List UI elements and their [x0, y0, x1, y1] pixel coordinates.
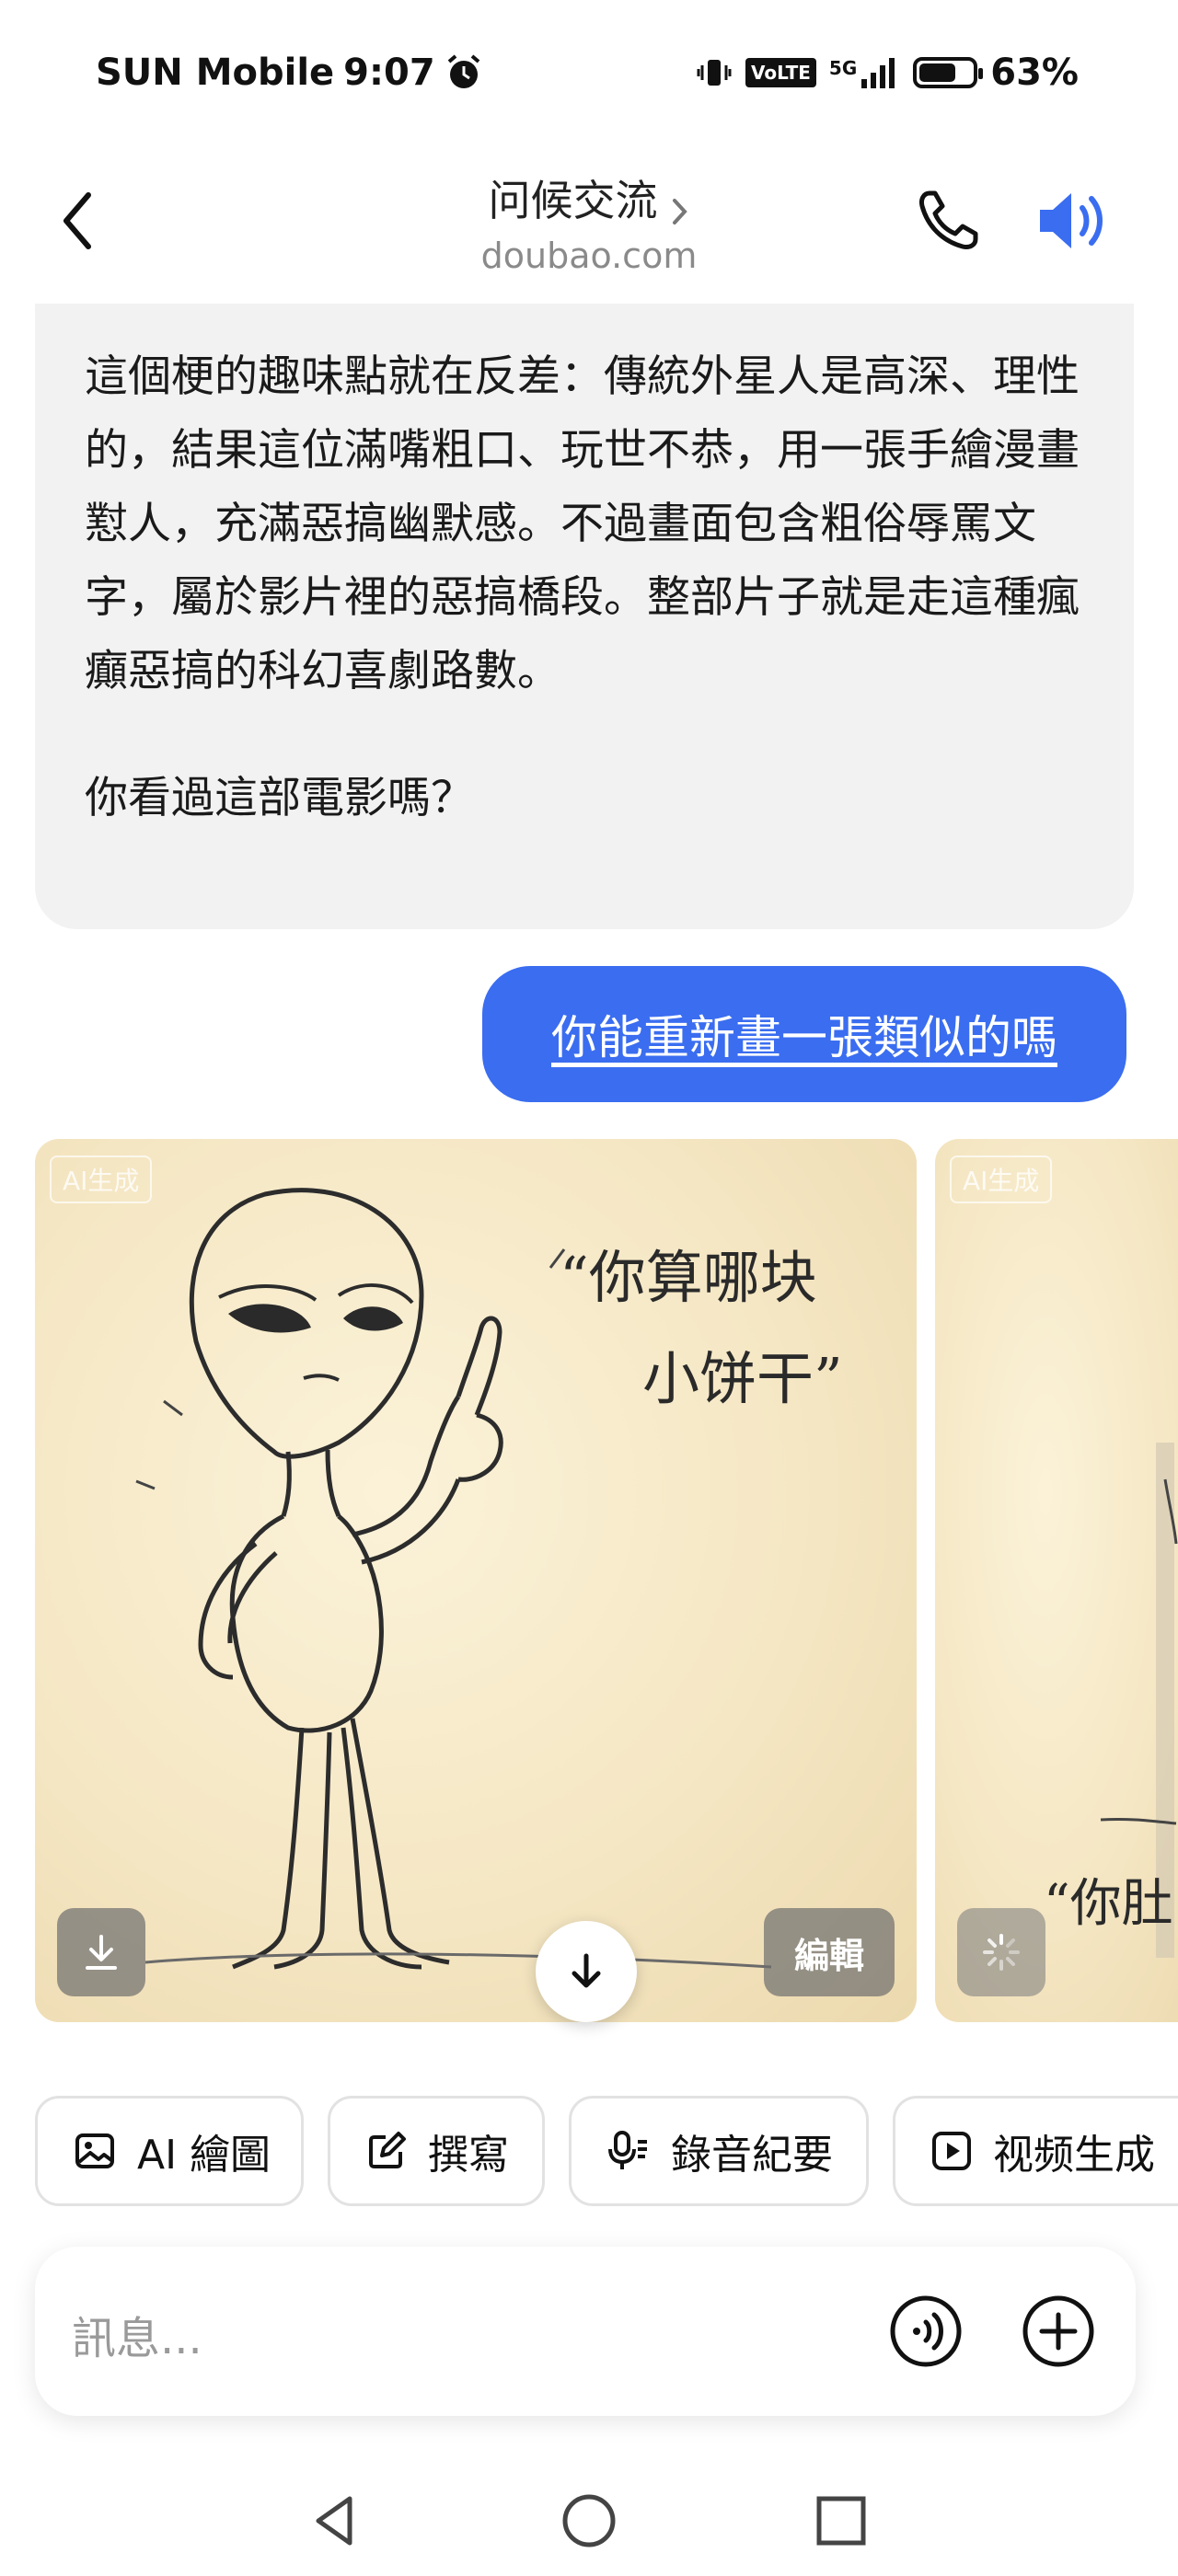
volte-badge: VoLTE: [745, 58, 816, 87]
signal-indicator: 5G: [829, 57, 900, 88]
network-gen-label: 5G: [828, 57, 858, 79]
nav-back-icon[interactable]: [306, 2491, 364, 2550]
scroll-to-bottom-button[interactable]: [536, 1921, 637, 2022]
clock: 9:07: [343, 52, 435, 94]
loading-spinner-icon: [983, 1934, 1020, 1971]
signal-icon: [861, 58, 895, 88]
chip-label: 錄音紀要: [671, 2132, 833, 2179]
arrow-down-icon: [572, 1953, 601, 1988]
battery-fill: [919, 63, 956, 82]
chip-label: 视频生成: [993, 2132, 1155, 2179]
edit-icon: [369, 2132, 406, 2168]
message-input-bar[interactable]: 訊息...: [35, 2247, 1136, 2416]
system-nav-bar: [0, 2466, 1178, 2576]
mic-icon: [608, 2131, 647, 2169]
user-message-text: 你能重新畫一張類似的嗎: [551, 1011, 1057, 1064]
ai-message-question: 你看過這部電影嗎？: [85, 773, 474, 823]
loading-button[interactable]: [957, 1908, 1045, 1996]
header-title-group[interactable]: 问候交流 doubao.com: [0, 167, 1178, 276]
nav-recents-icon[interactable]: [812, 2491, 871, 2550]
speaker-icon[interactable]: [1034, 186, 1112, 256]
status-bar: SUN Mobile 9:07 VoLTE 5G 63%: [0, 0, 1178, 156]
chip-compose[interactable]: 撰寫: [328, 2096, 545, 2206]
status-left: SUN Mobile 9:07: [96, 52, 483, 94]
alarm-icon: [447, 54, 479, 88]
status-right: VoLTE 5G 63%: [696, 52, 1079, 94]
user-message-bubble[interactable]: 你能重新畫一張類似的嗎: [482, 966, 1126, 1102]
quick-action-chips: AI 繪圖 撰寫 錄音紀要 视频生成: [35, 2096, 1178, 2210]
chip-label: AI 繪圖: [137, 2132, 271, 2179]
page-title[interactable]: 问候交流: [488, 176, 657, 225]
edit-button[interactable]: 編輯: [764, 1908, 895, 1996]
generated-image-2[interactable]: AI生成 “你肚: [935, 1139, 1178, 2022]
page-subtitle: doubao.com: [480, 236, 698, 276]
phone-icon[interactable]: [913, 186, 983, 256]
generated-image-1[interactable]: AI生成 “你算哪块 小饼干” 編輯: [35, 1139, 917, 2022]
play-icon: [932, 2132, 971, 2170]
chat-header: 问候交流 doubao.com: [0, 156, 1178, 304]
chip-ai-drawing[interactable]: AI 繪圖: [35, 2096, 304, 2206]
chip-label: 撰寫: [428, 2132, 509, 2179]
image-caption-partial: “你肚: [1044, 1874, 1173, 1934]
ai-message-paragraph: 這個梗的趣味點就在反差：傳統外星人是高深、理性的，結果這位滿嘴粗口、玩世不恭，用…: [85, 351, 1080, 696]
chevron-right-icon: [672, 198, 687, 224]
ai-message-bubble: 這個梗的趣味點就在反差：傳統外星人是高深、理性的，結果這位滿嘴粗口、玩世不恭，用…: [35, 304, 1134, 929]
carrier-name: SUN Mobile: [96, 52, 335, 94]
voice-call-icon[interactable]: [887, 2293, 964, 2370]
nav-home-icon[interactable]: [560, 2491, 618, 2550]
battery-icon: [913, 57, 984, 88]
image-icon: [75, 2133, 114, 2168]
chip-video-generation[interactable]: 视频生成: [893, 2096, 1178, 2206]
download-icon: [86, 1935, 117, 1970]
download-button[interactable]: [57, 1908, 145, 1996]
vibrate-icon: [697, 60, 732, 86]
battery-percent: 63%: [990, 52, 1079, 94]
message-input[interactable]: 訊息...: [72, 2302, 202, 2366]
image-caption-line1: “你算哪块: [560, 1244, 817, 1311]
plus-icon[interactable]: [1020, 2293, 1097, 2370]
image-caption-line2: 小饼干”: [642, 1345, 843, 1412]
chip-recording-notes[interactable]: 錄音紀要: [569, 2096, 869, 2206]
